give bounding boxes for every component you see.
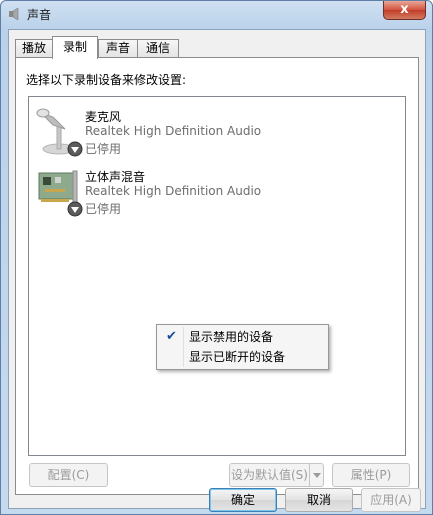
device-status: 已停用 xyxy=(85,142,122,156)
device-status: 已停用 xyxy=(85,202,122,216)
instruction-text: 选择以下录制设备来修改设置: xyxy=(26,73,187,87)
speaker-icon xyxy=(9,7,19,21)
tab-sounds[interactable]: 声音 xyxy=(98,39,138,58)
apply-button[interactable]: 应用(A) xyxy=(361,488,421,512)
device-name: 立体声混音 xyxy=(85,170,146,184)
device-name: 麦克风 xyxy=(85,110,122,124)
device-list[interactable]: 麦克风 Realtek High Definition Audio 已停用 立体… xyxy=(28,96,406,456)
chevron-down-icon[interactable] xyxy=(309,464,323,486)
dialog-body: 播放 录制 声音 通信 选择以下录制设备来修改设置: 麦克风 Realtek H… xyxy=(8,29,426,512)
tab-communications[interactable]: 通信 xyxy=(137,39,179,58)
device-driver: Realtek High Definition Audio xyxy=(85,124,262,138)
context-menu: ✔ 显示禁用的设备 显示已断开的设备 xyxy=(156,324,329,370)
tab-recording[interactable]: 录制 xyxy=(52,36,98,59)
microphone-icon xyxy=(36,108,83,157)
menu-item-show-disabled[interactable]: ✔ 显示禁用的设备 xyxy=(159,327,326,347)
device-driver: Realtek High Definition Audio xyxy=(85,184,262,198)
menu-item-label: 显示禁用的设备 xyxy=(189,330,274,344)
sound-dialog: 声音 x 播放 录制 声音 通信 选择以下录制设备来修改设置: 麦克风 Real… xyxy=(0,0,433,515)
check-icon: ✔ xyxy=(166,329,177,344)
close-icon: x xyxy=(400,2,409,17)
title-bar: 声音 x xyxy=(1,1,432,27)
close-button[interactable]: x xyxy=(383,1,426,20)
menu-item-label: 显示已断开的设备 xyxy=(189,350,286,364)
device-item-microphone[interactable]: 麦克风 Realtek High Definition Audio 已停用 xyxy=(33,103,393,159)
cancel-button[interactable]: 取消 xyxy=(285,488,353,512)
set-default-label: 设为默认值(S) xyxy=(231,468,308,482)
device-item-stereo-mix[interactable]: 立体声混音 Realtek High Definition Audio 已停用 xyxy=(33,163,393,219)
tab-playback[interactable]: 播放 xyxy=(15,39,53,58)
configure-button[interactable]: 配置(C) xyxy=(29,463,108,487)
sound-card-icon xyxy=(38,170,83,217)
ok-button[interactable]: 确定 xyxy=(209,488,277,512)
window-title: 声音 xyxy=(27,8,52,22)
set-default-button[interactable]: 设为默认值(S) xyxy=(229,463,324,487)
recording-panel: 选择以下录制设备来修改设置: 麦克风 Realtek High Definiti… xyxy=(15,57,419,495)
properties-button[interactable]: 属性(P) xyxy=(332,463,410,487)
menu-item-show-disconnected[interactable]: 显示已断开的设备 xyxy=(159,347,326,367)
